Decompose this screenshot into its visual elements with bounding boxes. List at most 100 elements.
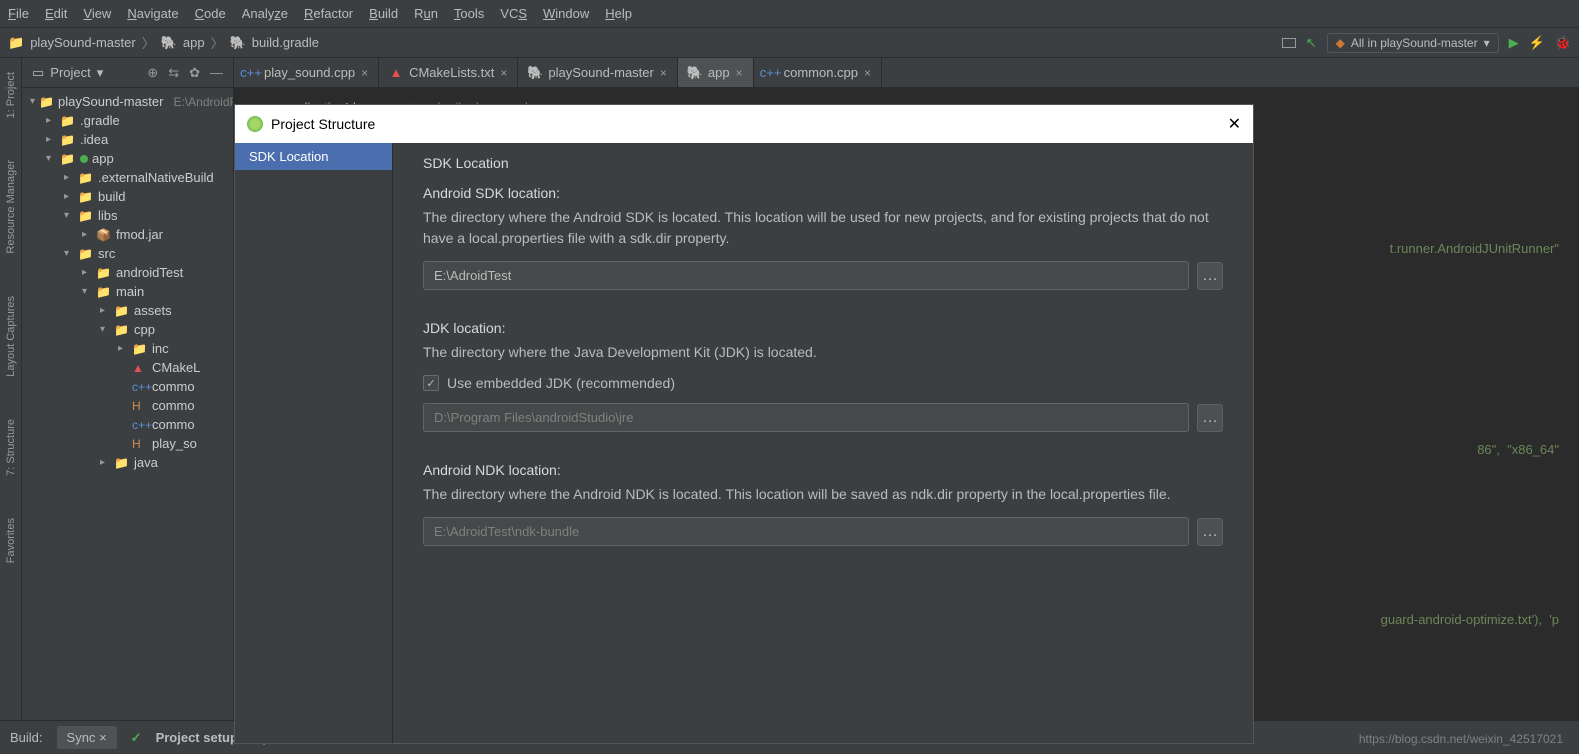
check-icon: ✓ [131,730,142,746]
sync-icon[interactable]: ↖ [1306,35,1317,51]
menu-refactor[interactable]: Refactor [304,6,353,21]
rail-layout-captures[interactable]: Layout Captures [5,290,17,383]
tree-item[interactable]: ▸📁.gradle [22,111,233,130]
breadcrumb-app[interactable]: app [183,35,205,50]
android-studio-icon [247,116,263,132]
close-button[interactable]: ✕ [1228,114,1241,134]
sync-tab[interactable]: Sync × [57,726,117,749]
tree-item[interactable]: ▸📁inc [22,339,233,358]
menu-navigate[interactable]: Navigate [127,6,178,21]
build-label: Build: [10,730,43,745]
jdk-description: The directory where the Java Development… [423,342,1223,363]
browse-button[interactable]: … [1197,262,1223,290]
tree-root[interactable]: ▾📁 playSound-master E:\AndroidProject\pl… [22,92,233,111]
sdk-label: Android SDK location: [423,185,1223,201]
menu-edit[interactable]: Edit [45,6,67,21]
tree-item[interactable]: ▸📁build [22,187,233,206]
jdk-label: JDK location: [423,320,1223,336]
close-icon[interactable]: × [736,66,743,80]
menu-build[interactable]: Build [369,6,398,21]
dialog-sidebar: SDK Location [235,143,393,743]
folder-icon: 📁 [8,35,24,51]
minimize-icon[interactable]: — [210,65,223,81]
ndk-description: The directory where the Android NDK is l… [423,484,1223,505]
tree-item[interactable]: Hplay_so [22,434,233,453]
rail-resource-manager[interactable]: Resource Manager [5,154,17,260]
editor-tabs: c++play_sound.cpp× ▲CMakeLists.txt× 🐘pla… [234,58,1579,88]
debug-button[interactable]: 🐞 [1555,35,1571,51]
tab-playsound-master[interactable]: 🐘playSound-master× [518,58,678,87]
breadcrumb-bar: 📁 playSound-master 〉 🐘 app 〉 🐘 build.gra… [0,28,1579,58]
close-icon[interactable]: × [864,66,871,80]
tree-item[interactable]: ▲CMakeL [22,358,233,377]
close-icon[interactable]: × [500,66,507,80]
section-heading: SDK Location [423,155,1223,171]
tree-item[interactable]: ▸📁assets [22,301,233,320]
menu-file[interactable]: File [8,6,29,21]
menu-analyze[interactable]: Analyze [242,6,288,21]
menu-help[interactable]: Help [605,6,632,21]
browse-button[interactable]: … [1197,518,1223,546]
project-tree: ▾📁 playSound-master E:\AndroidProject\pl… [22,88,233,720]
chevron-right-icon: 〉 [142,33,155,52]
breadcrumb-file[interactable]: build.gradle [252,35,319,50]
target-icon[interactable]: ⊕ [147,65,158,81]
browse-button[interactable]: … [1197,404,1223,432]
rail-project[interactable]: 1: Project [5,66,17,124]
collapse-icon[interactable]: ⇆ [168,65,179,81]
tree-item[interactable]: ▸📁androidTest [22,263,233,282]
dialog-title: Project Structure [271,116,375,132]
project-icon: ▭ [32,65,44,81]
chevron-down-icon: ▾ [1484,36,1490,50]
gear-icon[interactable]: ✿ [189,65,200,81]
ndk-label: Android NDK location: [423,462,1223,478]
tree-item[interactable]: ▾📁libs [22,206,233,225]
tab-cmakelists[interactable]: ▲CMakeLists.txt× [379,58,518,87]
run-button[interactable]: ▶ [1509,35,1519,51]
apply-changes-icon[interactable]: ⚡ [1529,35,1545,51]
sdk-path-input[interactable] [423,261,1189,290]
tree-item[interactable]: ▸📁.idea [22,130,233,149]
sidebar-item-sdk-location[interactable]: SDK Location [235,143,392,170]
tree-item[interactable]: ▸📁java [22,453,233,472]
tree-item[interactable]: ▸📁.externalNativeBuild [22,168,233,187]
breadcrumb-root[interactable]: playSound-master [30,35,136,50]
menu-bar: File Edit View Navigate Code Analyze Ref… [0,0,1579,28]
project-title[interactable]: Project [50,65,90,80]
menu-code[interactable]: Code [195,6,226,21]
project-setup-label: Project setup: [156,730,243,745]
gradle-icon: 🐘 [230,35,246,51]
menu-tools[interactable]: Tools [454,6,484,21]
project-structure-dialog: Project Structure ✕ SDK Location SDK Loc… [234,104,1254,744]
tree-item[interactable]: Hcommo [22,396,233,415]
chevron-down-icon[interactable]: ▾ [97,65,104,81]
close-icon[interactable]: × [660,66,667,80]
tree-item[interactable]: c++commo [22,377,233,396]
tab-app[interactable]: 🐘app× [678,58,754,87]
menu-vcs[interactable]: VCS [500,6,527,21]
menu-window[interactable]: Window [543,6,589,21]
close-icon[interactable]: × [361,66,368,80]
toolbar-right: ↖ ◆ All in playSound-master ▾ ▶ ⚡ 🐞 [1282,33,1571,53]
menu-view[interactable]: View [83,6,111,21]
ndk-path-input[interactable] [423,517,1189,546]
tree-item[interactable]: ▸📦fmod.jar [22,225,233,244]
tree-item[interactable]: ▾📁main [22,282,233,301]
tab-common[interactable]: c++common.cpp× [754,58,882,87]
menu-run[interactable]: Run [414,6,438,21]
tree-item[interactable]: ▾📁app [22,149,233,168]
dialog-titlebar: Project Structure ✕ [235,105,1253,143]
rail-favorites[interactable]: Favorites [5,512,17,569]
close-icon[interactable]: × [99,730,107,745]
tree-item[interactable]: c++commo [22,415,233,434]
tree-item[interactable]: ▾📁cpp [22,320,233,339]
run-config-selector[interactable]: ◆ All in playSound-master ▾ [1327,33,1499,53]
device-icon[interactable] [1282,38,1296,48]
embedded-jdk-checkbox[interactable]: ✓ [423,375,439,391]
left-tool-rail: 1: Project Resource Manager Layout Captu… [0,58,22,720]
jdk-path-input[interactable] [423,403,1189,432]
tab-play-sound[interactable]: c++play_sound.cpp× [234,58,379,87]
breadcrumb: 📁 playSound-master 〉 🐘 app 〉 🐘 build.gra… [8,33,319,52]
rail-structure[interactable]: 7: Structure [5,413,17,482]
tree-item[interactable]: ▾📁src [22,244,233,263]
